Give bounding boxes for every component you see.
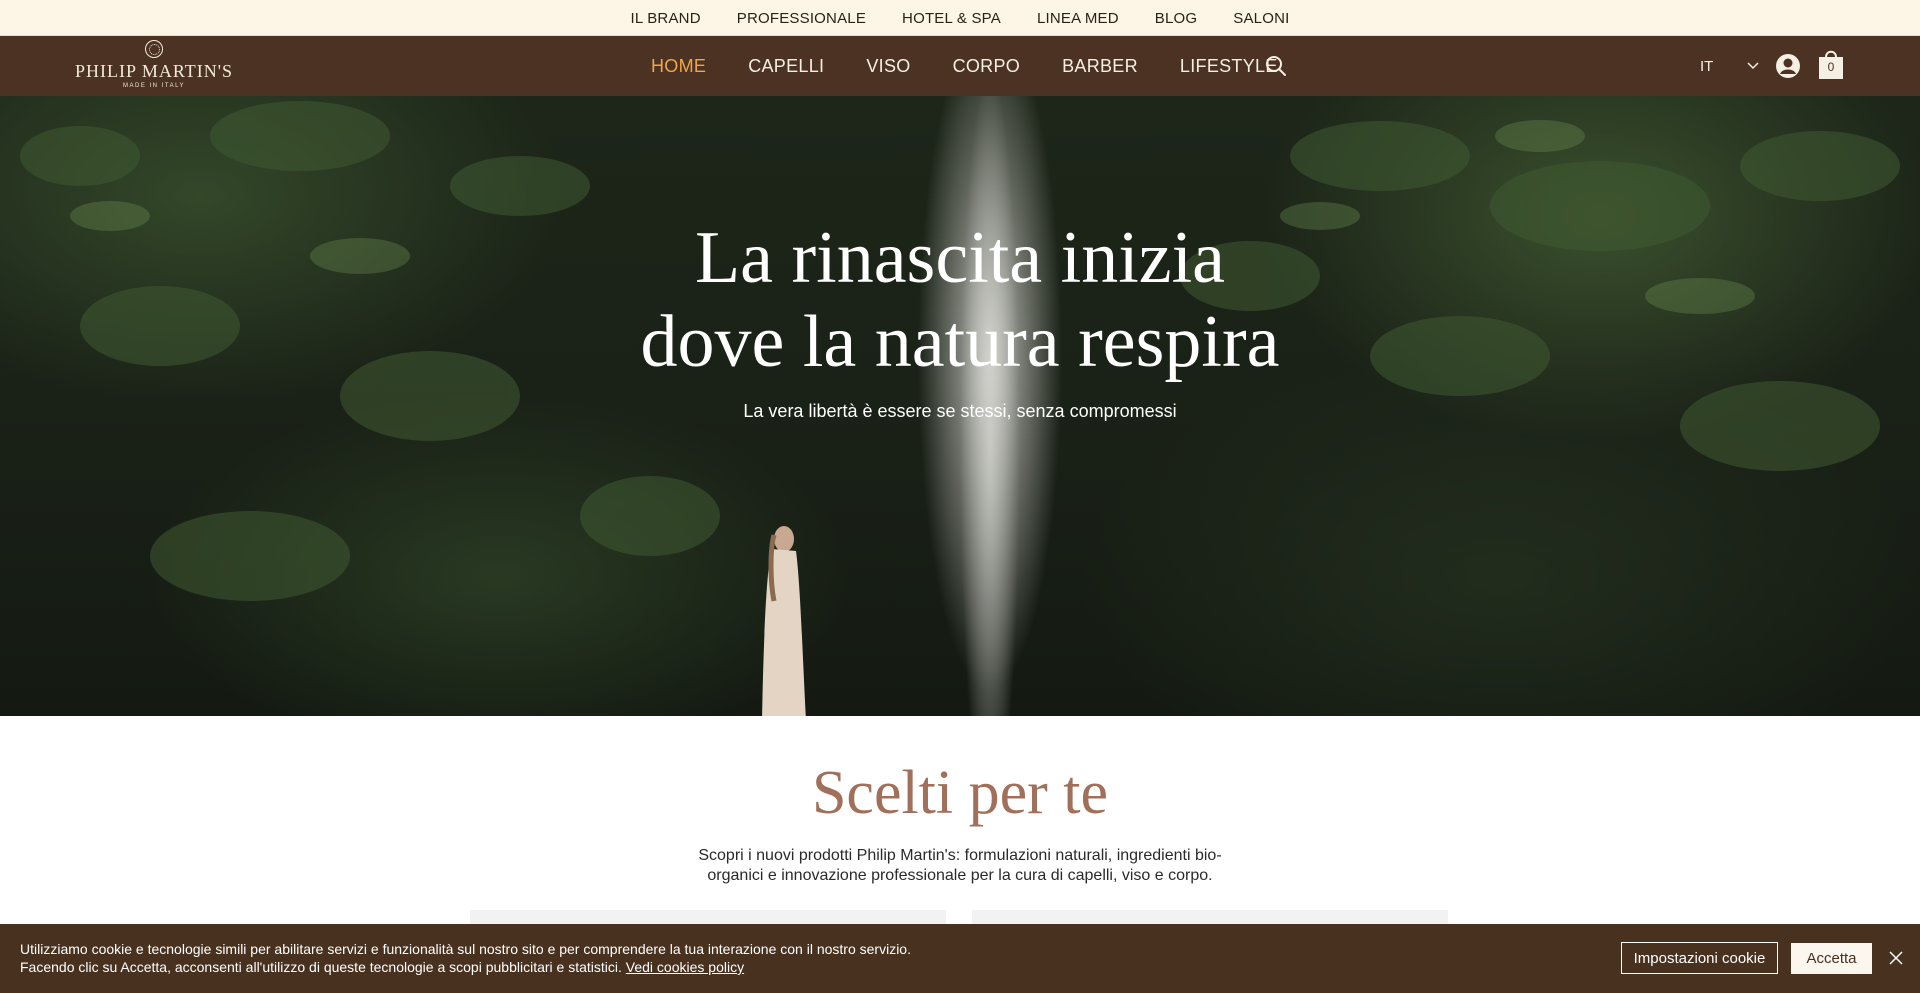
cookie-policy-link[interactable]: Vedi cookies policy <box>626 959 744 975</box>
language-label: IT <box>1700 57 1714 75</box>
close-icon[interactable] <box>1888 950 1904 966</box>
product-card[interactable] <box>972 910 1448 924</box>
logo-brand-name: PHILIP MARTIN'S <box>74 61 233 81</box>
search-icon[interactable] <box>1265 55 1287 77</box>
nav-item-viso[interactable]: VISO <box>845 56 931 77</box>
cart-count: 0 <box>1827 60 1835 74</box>
accept-cookies-button[interactable]: Accetta <box>1791 943 1872 974</box>
hero-title-line-2: dove la natura respira <box>640 301 1280 383</box>
nav-item-barber[interactable]: BARBER <box>1041 56 1159 77</box>
top-menu-item-hotel-spa[interactable]: HOTEL & SPA <box>884 10 1019 27</box>
woman-figure-image <box>762 526 806 716</box>
top-utility-bar: IL BRAND PROFESSIONALE HOTEL & SPA LINEA… <box>0 0 1920 36</box>
top-menu-item-saloni[interactable]: SALONI <box>1215 10 1307 27</box>
cookie-message-line-1: Utilizziamo cookie e tecnologie simili p… <box>20 941 911 957</box>
product-card[interactable] <box>470 910 946 924</box>
main-navigation: PHILIP MARTIN'S MADE IN ITALY HOME CAPEL… <box>0 36 1920 96</box>
cookie-banner: Utilizziamo cookie e tecnologie simili p… <box>0 924 1920 993</box>
hero-title-line-1: La rinascita inizia <box>694 217 1226 299</box>
chevron-down-icon <box>1747 62 1759 70</box>
hero-banner: La rinascita inizia dove la natura respi… <box>0 96 1920 716</box>
language-selector[interactable]: IT <box>1700 54 1760 78</box>
hero-subtitle: La vera libertà è essere se stessi, senz… <box>743 401 1177 421</box>
hero-title: La rinascita inizia dove la natura respi… <box>560 216 1360 384</box>
top-menu-item-il-brand[interactable]: IL BRAND <box>613 10 719 27</box>
nav-item-capelli[interactable]: CAPELLI <box>727 56 845 77</box>
logo-tagline: MADE IN ITALY <box>123 83 185 89</box>
featured-description-line-1: Scopri i nuovi prodotti Philip Martin's:… <box>698 847 1222 864</box>
logo-emblem-icon <box>145 40 163 58</box>
cookie-message: Utilizziamo cookie e tecnologie simili p… <box>20 940 1020 976</box>
cookie-settings-button[interactable]: Impostazioni cookie <box>1621 942 1778 974</box>
featured-description-line-2: organici e innovazione professionale per… <box>707 867 1213 884</box>
cookie-message-line-2: Facendo clic su Accetta, acconsenti all'… <box>20 959 622 975</box>
top-menu: IL BRAND PROFESSIONALE HOTEL & SPA LINEA… <box>0 0 1920 36</box>
top-menu-item-professionale[interactable]: PROFESSIONALE <box>719 10 884 27</box>
brand-logo[interactable]: PHILIP MARTIN'S MADE IN ITALY <box>74 40 234 92</box>
nav-item-corpo[interactable]: CORPO <box>932 56 1042 77</box>
primary-nav: HOME CAPELLI VISO CORPO BARBER LIFESTYLE <box>630 36 1299 96</box>
featured-section-title: Scelti per te <box>811 759 1109 827</box>
cart-button[interactable]: 0 <box>1818 48 1844 80</box>
nav-item-home[interactable]: HOME <box>630 56 727 77</box>
featured-section-description: Scopri i nuovi prodotti Philip Martin's:… <box>670 846 1250 886</box>
top-menu-item-linea-med[interactable]: LINEA MED <box>1019 10 1137 27</box>
top-menu-item-blog[interactable]: BLOG <box>1137 10 1215 27</box>
user-icon[interactable] <box>1775 53 1801 79</box>
